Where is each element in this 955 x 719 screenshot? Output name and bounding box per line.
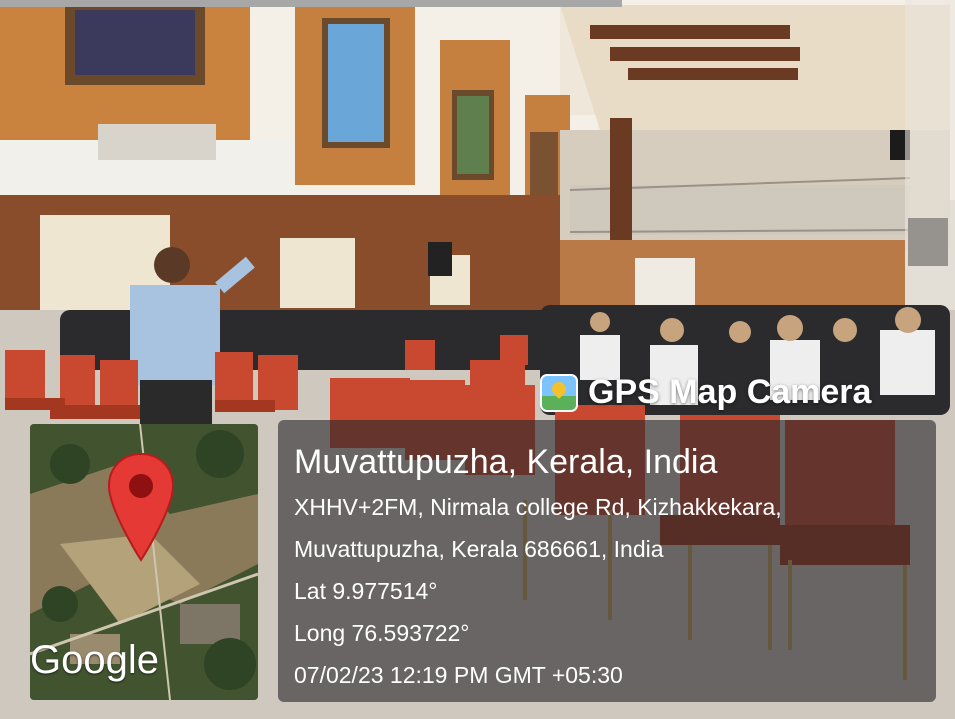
location-pin-icon: [107, 452, 175, 562]
datetime: 07/02/23 12:19 PM GMT +05:30: [294, 662, 623, 688]
top-bar: [0, 0, 622, 7]
map-brand-logo: Google: [30, 638, 159, 682]
address-line-2: Muvattupuzha, Kerala 686661, India: [294, 536, 664, 562]
app-name: GPS Map Camera: [588, 373, 872, 411]
app-badge: GPS Map Camera: [540, 373, 871, 412]
gps-map-camera-icon: [540, 373, 578, 412]
address-line-1: XHHV+2FM, Nirmala college Rd, Kizhakkeka…: [294, 494, 782, 520]
latitude: Lat 9.977514°: [294, 578, 438, 604]
place-name: Muvattupuzha, Kerala, India: [294, 443, 718, 481]
longitude: Long 76.593722°: [294, 620, 470, 646]
location-text: Muvattupuzha, Kerala, India XHHV+2FM, Ni…: [294, 442, 782, 696]
